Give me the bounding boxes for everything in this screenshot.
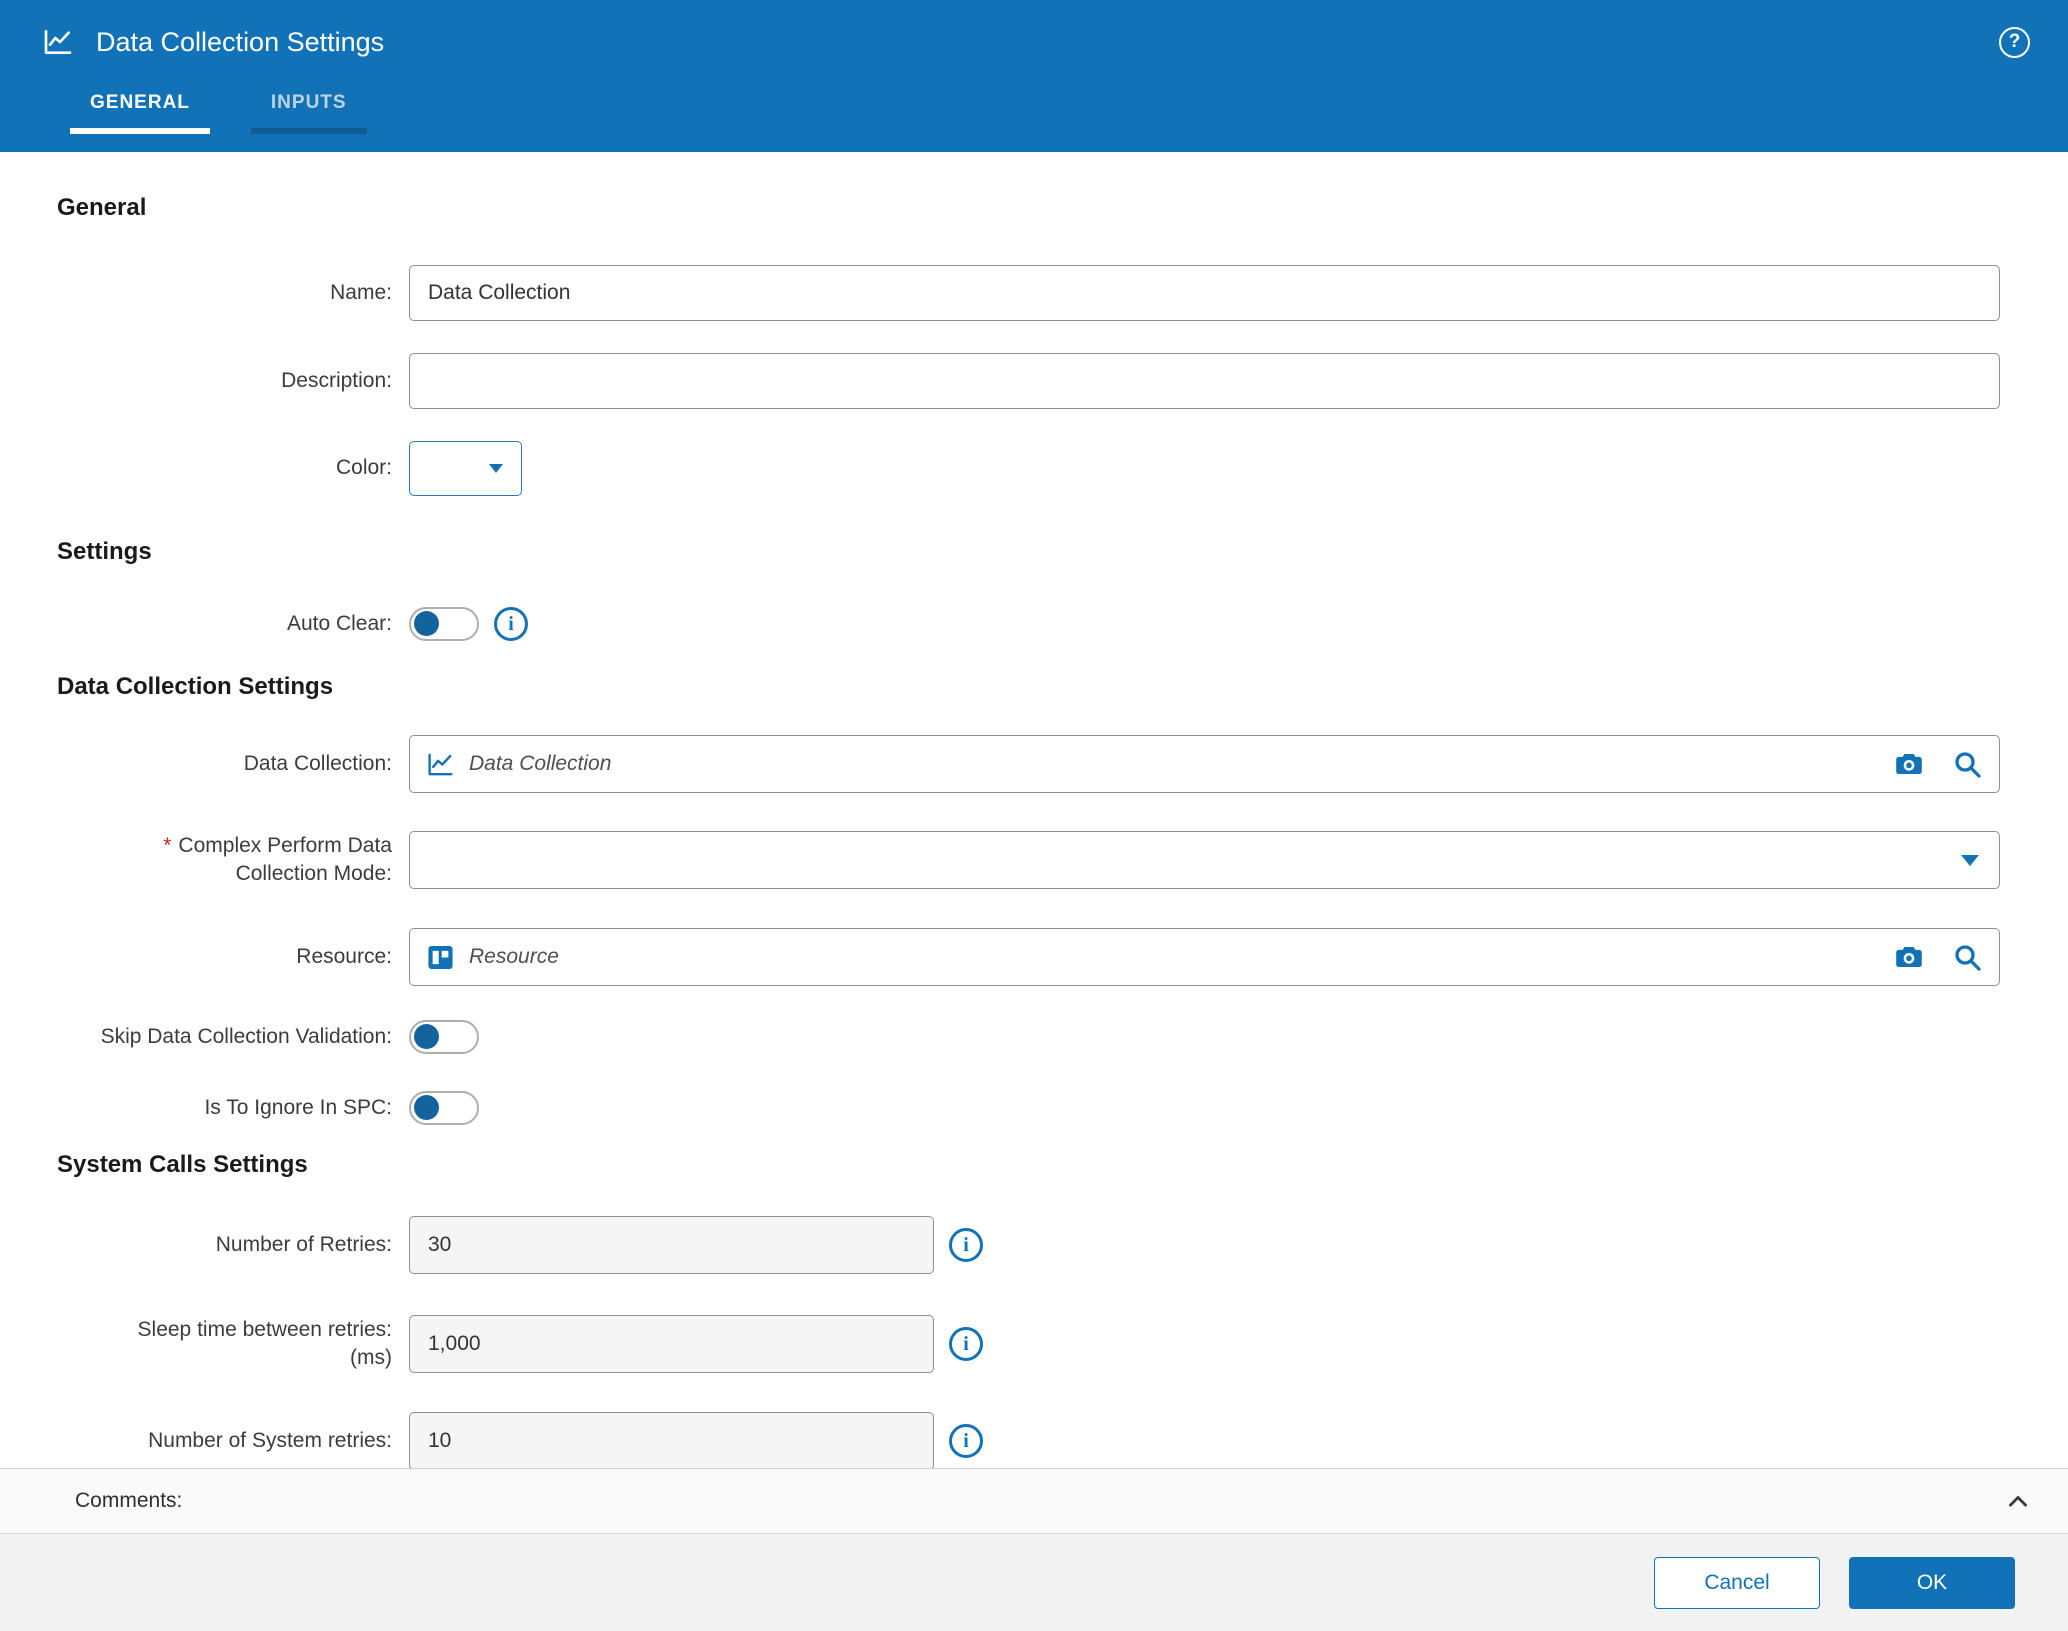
form-row-skip-validation: Skip Data Collection Validation:	[0, 1020, 2068, 1054]
info-icon[interactable]: i	[494, 607, 528, 641]
line-chart-icon	[42, 26, 74, 58]
search-icon[interactable]	[1951, 748, 1983, 780]
form-row-color: Color:	[0, 441, 2068, 496]
form-row-auto-clear: Auto Clear: i	[0, 607, 2068, 641]
form-row-data-collection: Data Collection: Data Collection	[0, 735, 2068, 793]
resource-icon	[426, 943, 455, 972]
sleep-time-label: Sleep time between retries: (ms)	[137, 1317, 392, 1369]
info-icon[interactable]: i	[949, 1424, 983, 1458]
section-heading-system-calls: System Calls Settings	[57, 1151, 308, 1178]
tab-bar: GENERAL INPUTS	[0, 92, 2068, 152]
retries-input[interactable]	[409, 1216, 934, 1274]
form-row-name: Name:	[0, 265, 2068, 321]
ignore-spc-label: Is To Ignore In SPC:	[204, 1095, 392, 1119]
comments-label: Comments:	[75, 1489, 183, 1512]
form-row-sleep-time: Sleep time between retries: (ms) i	[0, 1315, 2068, 1373]
form-row-resource: Resource: Resource	[0, 928, 2068, 986]
skip-validation-label: Skip Data Collection Validation:	[100, 1024, 392, 1048]
auto-clear-toggle[interactable]	[409, 607, 479, 641]
data-collection-value: Data Collection	[469, 752, 612, 775]
header-title-row: Data Collection Settings ?	[0, 0, 2068, 58]
toggle-knob	[414, 1095, 439, 1120]
name-label: Name:	[330, 280, 392, 304]
description-input[interactable]	[409, 353, 2000, 409]
section-heading-settings: Settings	[57, 538, 152, 565]
line-chart-icon	[426, 750, 455, 779]
complex-mode-label: * Complex Perform Data Collection Mode:	[163, 833, 392, 885]
section-heading-data-collection-settings: Data Collection Settings	[57, 673, 334, 700]
required-asterisk: *	[163, 833, 172, 857]
dialog-body: General Name: Description: Color: Settin…	[0, 152, 2068, 1468]
ignore-spc-toggle[interactable]	[409, 1091, 479, 1125]
data-collection-label: Data Collection:	[243, 751, 392, 775]
toggle-knob	[414, 1024, 439, 1049]
camera-icon[interactable]	[1893, 941, 1925, 973]
section-heading-general: General	[57, 194, 147, 221]
chevron-up-icon[interactable]	[2004, 1487, 2032, 1515]
dialog-title: Data Collection Settings	[96, 26, 385, 57]
dialog-header: Data Collection Settings ? GENERAL INPUT…	[0, 0, 2068, 152]
data-collection-lookup-field[interactable]: Data Collection	[409, 735, 2000, 793]
search-icon[interactable]	[1951, 941, 1983, 973]
complex-mode-dropdown[interactable]	[409, 831, 2000, 889]
caret-down-icon	[489, 464, 503, 473]
caret-down-icon	[1961, 854, 1979, 866]
tab-inputs[interactable]: INPUTS	[250, 92, 367, 134]
form-row-number-of-retries: Number of Retries: i	[0, 1216, 2068, 1274]
sleep-time-input[interactable]	[409, 1315, 934, 1373]
resource-lookup-field[interactable]: Resource	[409, 928, 2000, 986]
form-row-description: Description:	[0, 353, 2068, 409]
color-dropdown[interactable]	[409, 441, 522, 496]
description-label: Description:	[281, 368, 392, 392]
resource-label: Resource:	[296, 944, 392, 968]
comments-bar[interactable]: Comments:	[0, 1468, 2068, 1534]
auto-clear-label: Auto Clear:	[286, 611, 392, 635]
camera-icon[interactable]	[1893, 748, 1925, 780]
cancel-button[interactable]: Cancel	[1654, 1556, 1820, 1609]
dialog-footer: Cancel OK	[0, 1534, 2068, 1631]
ok-button[interactable]: OK	[1849, 1556, 2015, 1609]
toggle-knob	[414, 611, 439, 636]
form-row-ignore-spc: Is To Ignore In SPC:	[0, 1091, 2068, 1125]
dialog-data-collection-settings: Data Collection Settings ? GENERAL INPUT…	[0, 0, 2068, 1631]
color-label: Color:	[335, 456, 392, 480]
tab-general[interactable]: GENERAL	[70, 92, 210, 134]
system-retries-label: Number of System retries:	[148, 1428, 392, 1452]
help-icon[interactable]: ?	[1999, 26, 2030, 58]
form-row-system-retries: Number of System retries: i	[0, 1412, 2068, 1468]
resource-value: Resource	[469, 945, 559, 968]
name-input[interactable]	[409, 265, 2000, 321]
retries-label: Number of Retries:	[215, 1232, 392, 1256]
form-row-complex-mode: * Complex Perform Data Collection Mode:	[0, 831, 2068, 889]
system-retries-input[interactable]	[409, 1412, 934, 1468]
info-icon[interactable]: i	[949, 1228, 983, 1262]
skip-validation-toggle[interactable]	[409, 1020, 479, 1054]
info-icon[interactable]: i	[949, 1327, 983, 1361]
